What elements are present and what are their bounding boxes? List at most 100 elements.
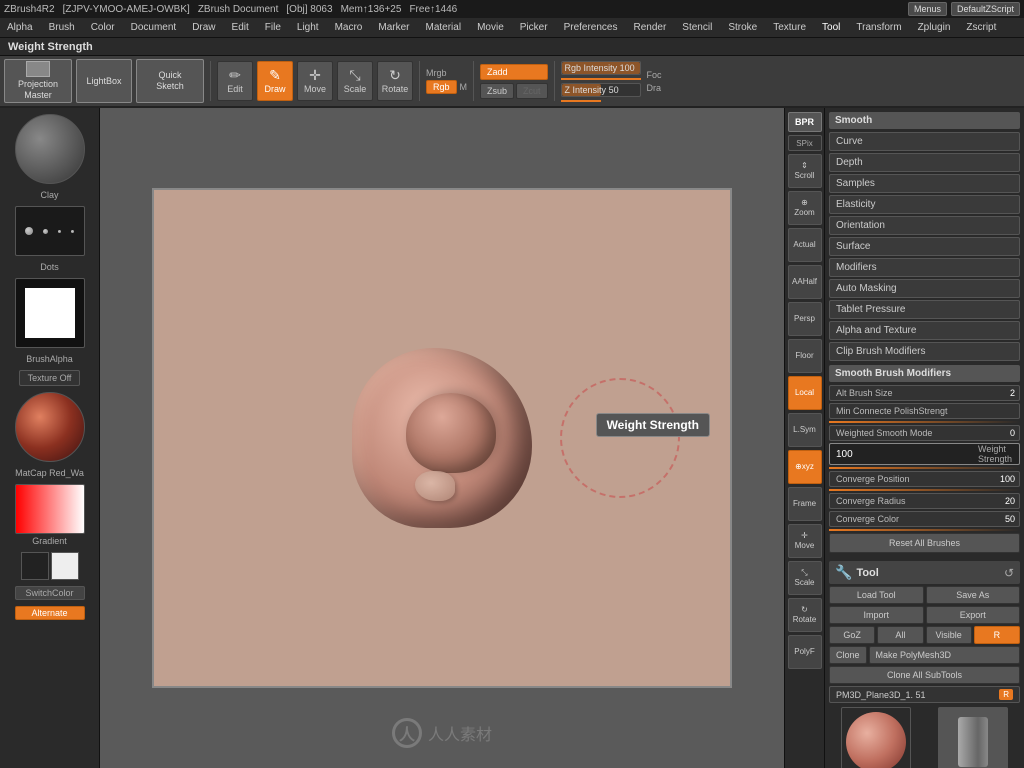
menu-transform[interactable]: Transform xyxy=(853,21,904,34)
mrgb-label[interactable]: Mrgb xyxy=(426,68,447,78)
menu-brush[interactable]: Brush xyxy=(46,21,78,34)
pm3d-thumbnail[interactable] xyxy=(841,707,911,768)
zoom-button[interactable]: ⊕ Zoom xyxy=(788,191,822,225)
matcap-preview[interactable] xyxy=(15,392,85,462)
converge-color-row[interactable]: Converge Color 50 xyxy=(829,511,1020,527)
clone-button[interactable]: Clone xyxy=(829,646,867,664)
samples-item[interactable]: Samples xyxy=(829,174,1020,193)
menu-light[interactable]: Light xyxy=(294,21,322,34)
rgb-button[interactable]: Rgb xyxy=(426,80,457,94)
weight-strength-input[interactable] xyxy=(830,447,974,462)
make-polymesh-button[interactable]: Make PolyMesh3D xyxy=(869,646,1020,664)
surface-item[interactable]: Surface xyxy=(829,237,1020,256)
menu-material[interactable]: Material xyxy=(423,21,465,34)
visible-button[interactable]: Visible xyxy=(926,626,972,644)
polyf-button[interactable]: PolyF xyxy=(788,635,822,669)
menu-picker[interactable]: Picker xyxy=(517,21,551,34)
default-zscript-button[interactable]: DefaultZScript xyxy=(951,2,1020,16)
pm3d-r-button[interactable]: R xyxy=(999,689,1013,700)
elasticity-item[interactable]: Elasticity xyxy=(829,195,1020,214)
bpr-button[interactable]: BPR xyxy=(788,112,822,132)
m-label[interactable]: M xyxy=(460,82,468,92)
menu-document[interactable]: Document xyxy=(128,21,180,34)
zsub-button[interactable]: Zsub xyxy=(480,83,514,99)
move-button[interactable]: ✛ Move xyxy=(297,61,333,101)
clone-all-button[interactable]: Clone All SubTools xyxy=(829,666,1020,684)
curve-item[interactable]: Curve xyxy=(829,132,1020,151)
projection-master-button[interactable]: ProjectionMaster xyxy=(4,59,72,103)
weight-strength-input-row[interactable]: Weight Strength xyxy=(829,443,1020,465)
depth-item[interactable]: Depth xyxy=(829,153,1020,172)
rotate-button[interactable]: ↻ Rotate xyxy=(377,61,413,101)
actual-button[interactable]: Actual xyxy=(788,228,822,262)
scale-view-button[interactable]: ⤡ Scale xyxy=(788,561,822,595)
clay-brush-preview[interactable] xyxy=(15,114,85,184)
lsym-button[interactable]: L.Sym xyxy=(788,413,822,447)
tool-refresh-icon[interactable]: ↺ xyxy=(1004,566,1014,580)
menus-button[interactable]: Menus xyxy=(908,2,947,16)
menu-macro[interactable]: Macro xyxy=(332,21,366,34)
min-connect-row[interactable]: Min Connecte PolishStrengt xyxy=(829,403,1020,419)
menu-stroke[interactable]: Stroke xyxy=(725,21,760,34)
gradient-preview[interactable] xyxy=(15,484,85,534)
load-tool-button[interactable]: Load Tool xyxy=(829,586,924,604)
menu-edit[interactable]: Edit xyxy=(229,21,252,34)
draw-label-2[interactable]: Dra xyxy=(647,83,662,93)
canvas-area[interactable]: Weight Strength 人 人人素材 xyxy=(100,108,784,768)
converge-position-row[interactable]: Converge Position 100 xyxy=(829,471,1020,487)
quick-sketch-button[interactable]: QuickSketch xyxy=(136,59,204,103)
goz-button[interactable]: GoZ xyxy=(829,626,875,644)
local-button[interactable]: Local xyxy=(788,376,822,410)
tool-section-header[interactable]: 🔧 Tool ↺ xyxy=(829,561,1020,584)
tablet-pressure-item[interactable]: Tablet Pressure xyxy=(829,300,1020,319)
menu-alpha[interactable]: Alpha xyxy=(4,21,36,34)
menu-zscript[interactable]: Zscript xyxy=(963,21,999,34)
menu-tool[interactable]: Tool xyxy=(819,21,843,34)
persp-button[interactable]: Persp xyxy=(788,302,822,336)
foc-label[interactable]: Foc xyxy=(647,70,662,80)
auto-masking-item[interactable]: Auto Masking xyxy=(829,279,1020,298)
spix-button[interactable]: SPix xyxy=(788,135,822,151)
menu-movie[interactable]: Movie xyxy=(474,21,507,34)
canvas-frame[interactable]: Weight Strength xyxy=(152,188,732,688)
aahalf-button[interactable]: AAHalf xyxy=(788,265,822,299)
switch-color-button[interactable]: SwitchColor xyxy=(15,586,85,600)
draw-button[interactable]: ✎ Draw xyxy=(257,61,293,101)
move-view-button[interactable]: ✛ Move xyxy=(788,524,822,558)
frame-button[interactable]: Frame xyxy=(788,487,822,521)
scale-button[interactable]: ⤡ Scale xyxy=(337,61,373,101)
converge-radius-row[interactable]: Converge Radius 20 xyxy=(829,493,1020,509)
import-button[interactable]: Import xyxy=(829,606,924,624)
zcut-button[interactable]: Zcut xyxy=(516,83,548,99)
floor-button[interactable]: Floor xyxy=(788,339,822,373)
menu-zplugin[interactable]: Zplugin xyxy=(915,21,954,34)
zadd-button[interactable]: Zadd xyxy=(480,64,548,80)
all-button[interactable]: All xyxy=(877,626,923,644)
z-intensity-bar[interactable]: Z Intensity 50 xyxy=(561,83,641,97)
menu-file[interactable]: File xyxy=(262,21,284,34)
texture-off-button[interactable]: Texture Off xyxy=(19,370,81,386)
alpha-preview[interactable] xyxy=(15,278,85,348)
modifiers-item[interactable]: Modifiers xyxy=(829,258,1020,277)
rgb-intensity-bar[interactable]: Rgb Intensity 100 xyxy=(561,61,641,75)
background-swatch[interactable] xyxy=(51,552,79,580)
scroll-button[interactable]: ⇕ Scroll xyxy=(788,154,822,188)
export-button[interactable]: Export xyxy=(926,606,1021,624)
menu-texture[interactable]: Texture xyxy=(770,21,809,34)
menu-color[interactable]: Color xyxy=(88,21,118,34)
orientation-item[interactable]: Orientation xyxy=(829,216,1020,235)
cylinder3d-thumbnail[interactable] xyxy=(938,707,1008,768)
foreground-swatch[interactable] xyxy=(21,552,49,580)
r-button[interactable]: R xyxy=(974,626,1020,644)
menu-render[interactable]: Render xyxy=(630,21,669,34)
menu-marker[interactable]: Marker xyxy=(375,21,412,34)
lightbox-button[interactable]: LightBox xyxy=(76,59,132,103)
reset-all-brushes-button[interactable]: Reset All Brushes xyxy=(829,533,1020,553)
dots-preview[interactable] xyxy=(15,206,85,256)
weighted-smooth-row[interactable]: Weighted Smooth Mode 0 xyxy=(829,425,1020,441)
alternate-button[interactable]: Alternate xyxy=(15,606,85,620)
edit-button[interactable]: ✏ Edit xyxy=(217,61,253,101)
alt-brush-row[interactable]: Alt Brush Size 2 xyxy=(829,385,1020,401)
save-as-button[interactable]: Save As xyxy=(926,586,1021,604)
alpha-texture-item[interactable]: Alpha and Texture xyxy=(829,321,1020,340)
